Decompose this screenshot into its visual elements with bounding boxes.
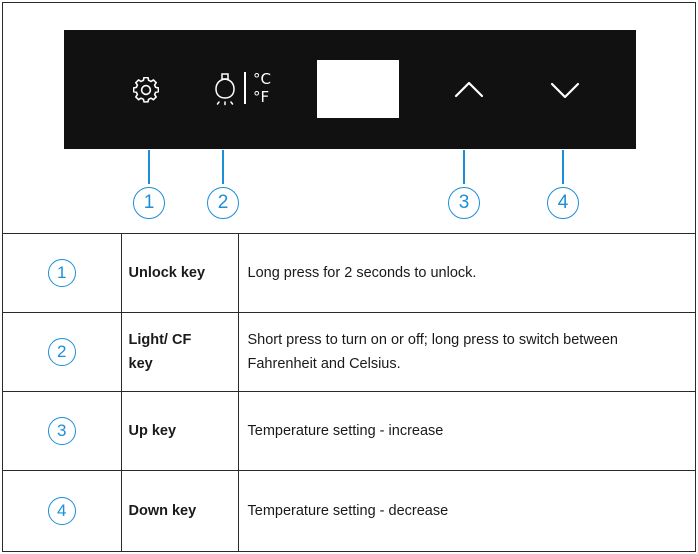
key-name: Up key (120, 390, 239, 471)
leader-line-2 (222, 150, 224, 184)
key-number-badge: 3 (47, 416, 76, 445)
callout-3: 3 (448, 187, 480, 219)
key-number-cell: 4 (3, 469, 122, 552)
bulb-icon[interactable] (214, 71, 236, 107)
key-description: Short press to turn on or off; long pres… (237, 311, 695, 392)
key-description: Temperature setting - increase (237, 390, 695, 471)
callout-2: 2 (207, 187, 239, 219)
celsius-unit-label: °C (253, 70, 271, 88)
key-number-cell: 3 (3, 390, 122, 471)
key-description: Temperature setting - decrease (237, 469, 695, 552)
chevron-up-icon[interactable] (454, 80, 484, 98)
key-name: Unlock key (120, 234, 239, 313)
leader-line-1 (148, 150, 150, 184)
fahrenheit-unit-label: °F (253, 88, 270, 106)
table-row: 2 Light/ CF key Short press to turn on o… (3, 311, 695, 392)
key-description: Long press for 2 seconds to unlock. (237, 234, 695, 313)
control-panel-figure: °C °F 1 2 3 4 (3, 3, 695, 234)
key-name: Down key (120, 469, 239, 552)
callout-4: 4 (547, 187, 579, 219)
key-description-table: 1 Unlock key Long press for 2 seconds to… (3, 234, 695, 552)
key-number-cell: 2 (3, 311, 122, 392)
key-number-cell: 1 (3, 234, 122, 313)
leader-line-4 (562, 150, 564, 184)
leader-line-3 (463, 150, 465, 184)
chevron-down-icon[interactable] (550, 82, 580, 100)
callout-1: 1 (133, 187, 165, 219)
key-name-text: Unlock key (128, 264, 206, 281)
gear-icon[interactable] (133, 77, 159, 103)
control-panel: °C °F (64, 30, 636, 149)
key-number-badge: 2 (47, 337, 76, 366)
key-name: Light/ CF key (120, 311, 239, 392)
table-row: 1 Unlock key Long press for 2 seconds to… (3, 234, 695, 313)
key-reference-frame: °C °F 1 2 3 4 1 Unlock key Long press fo… (2, 2, 696, 552)
key-number-badge: 1 (47, 258, 76, 287)
key-number-badge: 4 (47, 497, 76, 526)
table-row: 4 Down key Temperature setting - decreas… (3, 469, 695, 552)
temperature-display (317, 60, 399, 118)
table-row: 3 Up key Temperature setting - increase (3, 390, 695, 471)
unit-divider (244, 72, 246, 104)
key-name-text: Light/ CF key (128, 331, 192, 372)
